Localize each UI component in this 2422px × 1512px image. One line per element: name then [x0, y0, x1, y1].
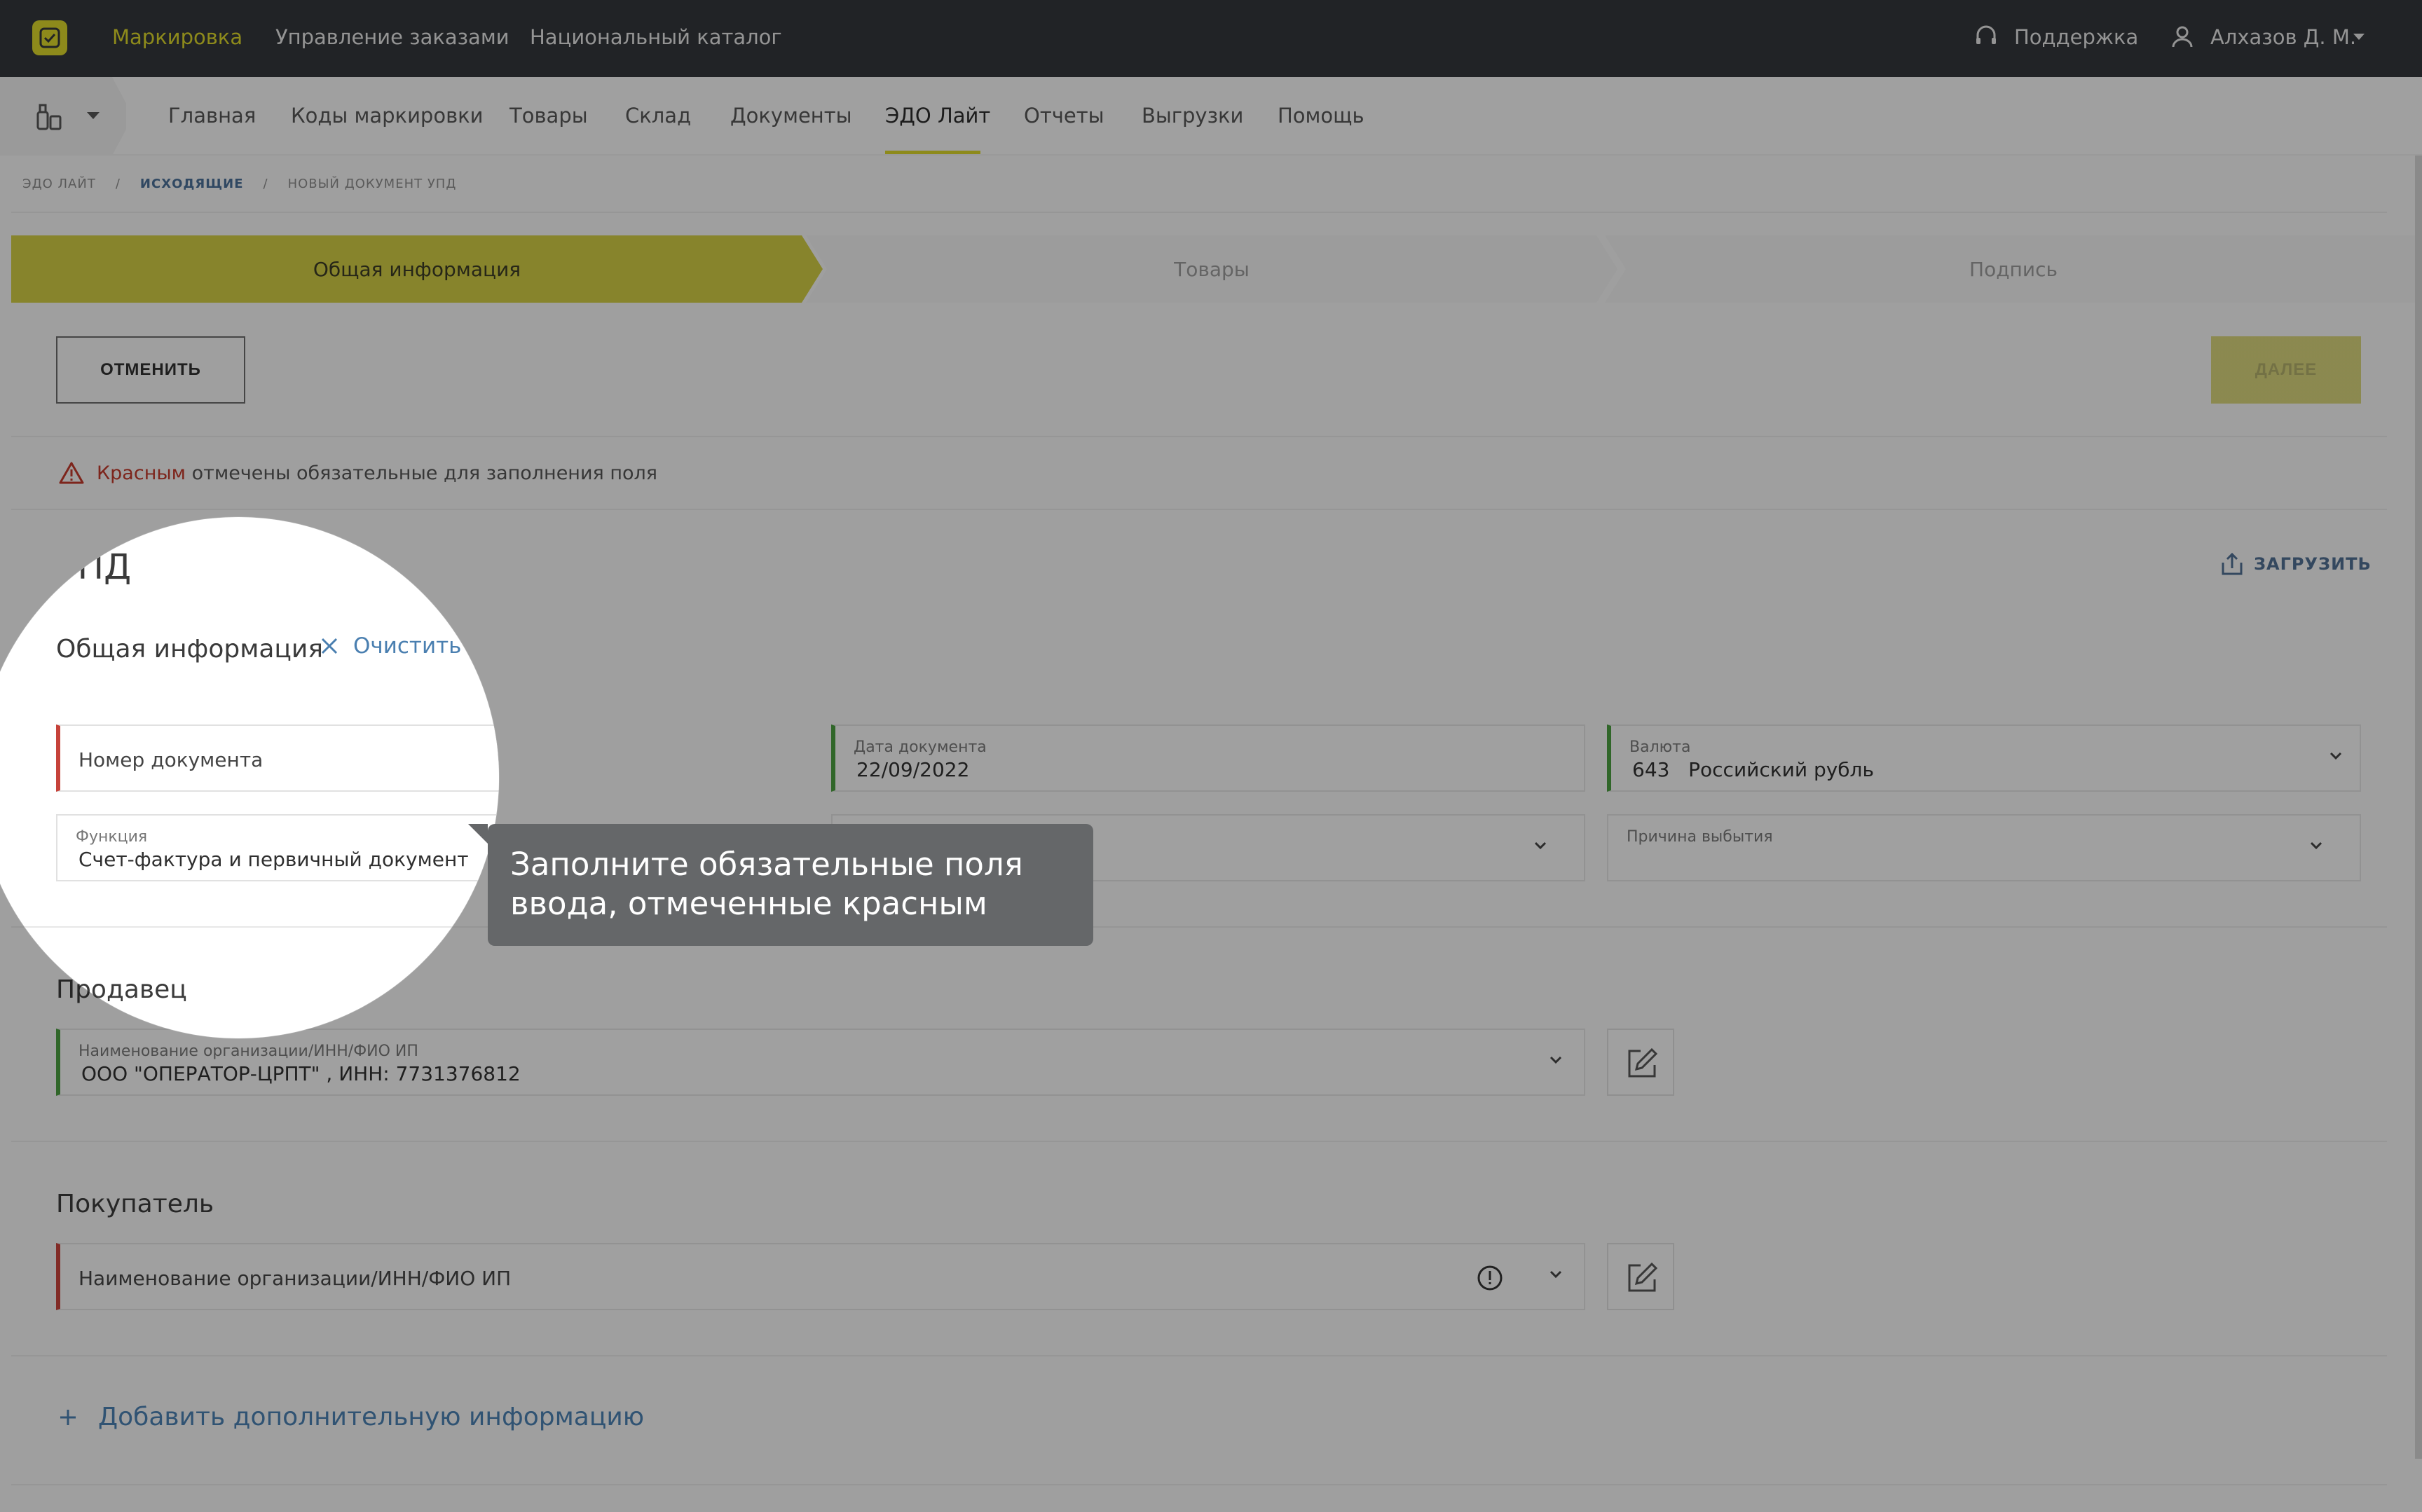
upload-icon	[2222, 552, 2243, 575]
divider	[11, 509, 2387, 510]
warning-text: отмечены обязательные для заполнения пол…	[186, 462, 658, 484]
step-signature[interactable]: Подпись	[1605, 235, 2422, 303]
tutorial-tooltip: Заполните обязательные поля ввода, отмеч…	[468, 824, 1093, 946]
breadcrumb-current: Новый документ УПД	[287, 177, 457, 191]
top-nav-catalog[interactable]: Национальный каталог	[530, 25, 782, 49]
withdrawal-reason-select[interactable]: Причина выбытия	[1607, 814, 2361, 881]
scrollbar[interactable]	[2415, 156, 2422, 1459]
currency-select[interactable]: Валюта 643 Российский рубль	[1607, 724, 2361, 792]
edit-buyer-button[interactable]	[1607, 1243, 1674, 1310]
chevron-down-icon	[1549, 1056, 1562, 1064]
document-date-field[interactable]: Дата документа 22/09/2022	[831, 724, 1585, 792]
step-general-info[interactable]: Общая информация	[11, 235, 823, 303]
nav-goods[interactable]: Товары	[509, 104, 588, 128]
upload-label: ЗАГРУЗИТЬ	[2254, 554, 2372, 574]
product-categories-icon	[36, 104, 62, 130]
clear-all-label: Очистить все	[353, 633, 499, 659]
tutorial-spotlight: УПД Общая информация Очистить все Номер …	[0, 517, 499, 1038]
chevron-down-icon	[2310, 841, 2322, 850]
nav-documents[interactable]: Документы	[730, 104, 852, 128]
buyer-placeholder: Наименование организации/ИНН/ФИО ИП	[78, 1267, 512, 1290]
seller-value: ООО "ОПЕРАТОР-ЦРПТ" , ИНН: 7731376812	[81, 1062, 521, 1085]
upload-button[interactable]: ЗАГРУЗИТЬ	[2220, 551, 2372, 577]
document-number-field[interactable]: Номер документа	[56, 724, 499, 792]
buyer-heading: Покупатель	[56, 1190, 214, 1218]
seller-select[interactable]: Наименование организации/ИНН/ФИО ИП ООО …	[56, 1029, 1585, 1096]
chevron-down-icon	[87, 112, 100, 119]
tooltip-line-2: ввода, отмеченные красным	[510, 885, 987, 922]
step-goods[interactable]: Товары	[806, 235, 1617, 303]
support-link[interactable]: Поддержка	[2014, 25, 2138, 49]
user-icon	[2172, 26, 2193, 48]
nav-help[interactable]: Помощь	[1278, 104, 1364, 128]
document-date-value: 22/09/2022	[856, 758, 970, 781]
divider	[11, 926, 499, 928]
nav-edo-lite[interactable]: ЭДО Лайт	[885, 104, 990, 128]
caret-down-icon[interactable]	[2352, 32, 2366, 42]
breadcrumb-outgoing[interactable]: Исходящие	[140, 177, 244, 191]
close-icon	[321, 638, 338, 654]
divider	[11, 1355, 2387, 1356]
divider	[11, 1484, 2387, 1485]
function-label: Функция	[76, 828, 148, 846]
breadcrumb: ЭДО Лайт / Исходящие / Новый документ УПД	[22, 177, 457, 191]
page-title: УПД	[56, 547, 132, 587]
top-bar: Маркировка Управление заказами Националь…	[0, 0, 2422, 77]
withdrawal-reason-label: Причина выбытия	[1627, 828, 1773, 846]
chevron-down-icon	[1549, 1270, 1562, 1279]
seller-heading: Продавец	[56, 975, 187, 1004]
active-tab-indicator	[885, 151, 980, 154]
edit-icon	[1628, 1047, 1658, 1078]
edit-seller-button[interactable]	[1607, 1029, 1674, 1096]
currency-label: Валюта	[1629, 738, 1691, 756]
top-nav-orders[interactable]: Управление заказами	[275, 25, 509, 49]
error-icon	[1477, 1265, 1503, 1291]
nav-home[interactable]: Главная	[168, 104, 256, 128]
edit-icon	[1628, 1262, 1658, 1292]
user-menu[interactable]: Алхазов Д. М.	[2210, 25, 2356, 49]
logo-icon[interactable]	[32, 20, 67, 55]
seller-label: Наименование организации/ИНН/ФИО ИП	[78, 1043, 418, 1060]
chevron-down-icon	[2329, 752, 2342, 760]
tooltip-line-1: Заполните обязательные поля	[510, 846, 1023, 883]
nav-reports[interactable]: Отчеты	[1024, 104, 1104, 128]
next-button[interactable]: ДАЛЕЕ	[2211, 336, 2361, 404]
top-nav-marking[interactable]: Маркировка	[112, 25, 242, 49]
chevron-down-icon	[1534, 841, 1547, 850]
divider	[11, 436, 2387, 437]
plus-icon	[60, 1409, 76, 1425]
currency-value: 643 Российский рубль	[1632, 758, 1874, 781]
nav-marking-codes[interactable]: Коды маркировки	[291, 104, 484, 128]
category-selector[interactable]	[0, 77, 126, 156]
clear-all-button[interactable]: Очистить все	[320, 633, 499, 659]
nav-warehouse[interactable]: Склад	[625, 104, 691, 128]
warning-red-word: Красным	[97, 462, 186, 484]
section-nav: Главная Коды маркировки Товары Склад Док…	[0, 77, 2422, 156]
function-value: Счет-фактура и первичный документ	[78, 848, 469, 871]
warning-icon	[59, 462, 84, 484]
add-extra-info-link[interactable]: Добавить дополнительную информацию	[59, 1403, 644, 1431]
headset-icon	[1976, 25, 1996, 44]
breadcrumb-edo-lite[interactable]: ЭДО Лайт	[22, 177, 96, 191]
add-extra-info-label: Добавить дополнительную информацию	[98, 1403, 645, 1431]
required-fields-warning: Красным отмечены обязательные для заполн…	[59, 461, 657, 485]
divider	[11, 1141, 2387, 1142]
document-date-label: Дата документа	[854, 738, 987, 756]
cancel-button[interactable]: ОТМЕНИТЬ	[56, 336, 245, 404]
function-select[interactable]: Функция Счет-фактура и первичный докумен…	[56, 814, 499, 881]
document-number-placeholder: Номер документа	[78, 748, 264, 771]
nav-exports[interactable]: Выгрузки	[1142, 104, 1243, 128]
general-info-heading: Общая информация	[56, 635, 323, 664]
divider	[11, 212, 2387, 213]
buyer-select[interactable]: Наименование организации/ИНН/ФИО ИП	[56, 1243, 1585, 1310]
